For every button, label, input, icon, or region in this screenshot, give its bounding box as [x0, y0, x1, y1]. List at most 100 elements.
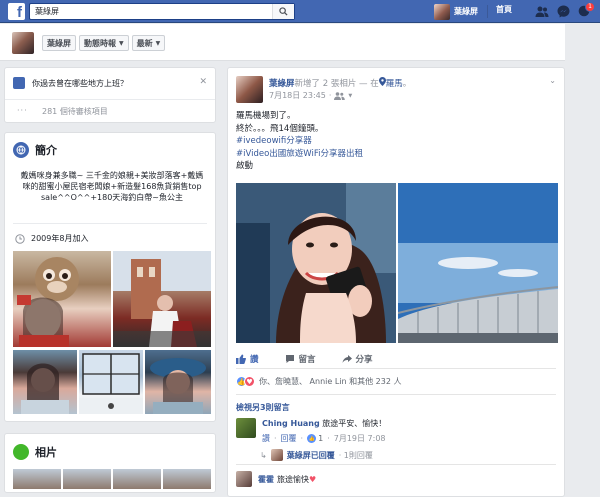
intro-title: 簡介 [35, 144, 57, 157]
post-photo[interactable] [398, 183, 558, 343]
timeline-button[interactable]: 動態時報 ▼ [79, 35, 129, 51]
post-time-text: 7月18日 23:45 [269, 91, 326, 100]
top-icons: 1 [534, 2, 595, 19]
divider [236, 368, 556, 369]
latest-button[interactable]: 最新 ▼ [131, 35, 166, 51]
chevron-down-icon: ▼ [119, 39, 124, 47]
joined-date: 2009年8月加入 [15, 233, 88, 244]
profile-name-button[interactable]: 葉綠屏 [42, 35, 76, 51]
search-box[interactable] [29, 3, 295, 20]
post-location[interactable]: 羅馬 [386, 79, 403, 89]
more-icon: ··· [17, 106, 28, 115]
chevron-down-icon: ▼ [155, 39, 161, 47]
workplace-prompt-card: 你過去曾在哪些地方上班？ ✕ ··· 281 個待審核項目 [4, 67, 216, 123]
messages-icon[interactable] [555, 3, 571, 19]
comment-icon [285, 355, 294, 363]
featured-photo[interactable] [13, 350, 77, 414]
clock-icon [15, 233, 25, 244]
timeline-post: 葉綠屏新增了 2 張相片 — 在羅馬。 7月18日 23:45 · ▼ ⌄ 羅馬… [227, 67, 565, 497]
view-more-comments-link[interactable]: 檢視另3則留言 [236, 402, 290, 413]
profile-header-bar: 葉綠屏 動態時報 ▼ 最新 ▼ [0, 24, 565, 61]
commenter-name[interactable]: 霍霍 [258, 474, 274, 485]
replier-avatar [270, 449, 283, 461]
photo-thumbnail[interactable] [63, 469, 111, 489]
post-author-avatar[interactable] [236, 76, 263, 103]
search-icon [279, 7, 288, 16]
photo-thumbnail[interactable] [163, 469, 211, 489]
photo-thumbnails [13, 469, 211, 489]
photo-thumbnail[interactable] [113, 469, 161, 489]
workplace-question-text: 你過去曾在哪些地方上班？ [32, 78, 128, 88]
intro-heading: 簡介 [13, 142, 57, 158]
intro-card: 簡介 戴媽咪身兼多職~ 三千金的娘親+美妝部落客+戴媽咪的甜蜜小屋民宿老闆娘+新… [4, 132, 216, 422]
featured-photo[interactable] [145, 350, 211, 414]
bio-text: 戴媽咪身兼多職~ 三千金的娘親+美妝部落客+戴媽咪的甜蜜小屋民宿老闆娘+新造髮1… [20, 171, 204, 202]
right-margin [565, 24, 600, 486]
photos-heading: 相片 [13, 444, 57, 460]
friend-requests-icon[interactable] [534, 3, 550, 19]
post-timestamp[interactable]: 7月18日 23:45 · ▼ [269, 90, 352, 101]
hashtag-link[interactable]: #ivedeowifi分享器 [236, 135, 363, 148]
commenter-avatar[interactable] [236, 471, 252, 487]
globe-icon [13, 142, 29, 158]
thumbs-up-icon [236, 354, 246, 364]
divider [13, 223, 207, 224]
reply-arrow-icon: ↳ [260, 450, 267, 460]
post-options-icon[interactable]: ⌄ [549, 76, 556, 85]
comment-like-link[interactable]: 讚 [262, 433, 270, 444]
joined-text: 2009年8月加入 [31, 234, 89, 243]
reactions-summary[interactable]: 👍 ♥ 你、詹曉慧、 Annie Lin 和其他 232 人 [236, 376, 402, 387]
separator-dot: · [300, 434, 304, 443]
divider [5, 99, 215, 100]
featured-photo[interactable] [13, 251, 111, 347]
post-text-line: 終於。。。飛14個鐘頭。 [236, 123, 324, 134]
post-author-name[interactable]: 葉綠屏 [269, 79, 295, 89]
close-icon[interactable]: ✕ [199, 77, 207, 87]
notifications-icon[interactable]: 1 [576, 2, 595, 19]
commenter-name[interactable]: Ching Huang [262, 419, 320, 428]
notification-badge: 1 [585, 2, 595, 12]
share-icon [342, 355, 352, 363]
home-link[interactable]: 首頁 [496, 4, 512, 15]
comment-reply-link[interactable]: 回覆 [281, 433, 297, 444]
featured-photo[interactable] [113, 251, 211, 347]
comment-like-count[interactable]: 👍 1 [307, 434, 323, 443]
featured-photo[interactable] [79, 350, 143, 414]
comment-text: 旅途愉快 [277, 474, 309, 484]
pending-items-link[interactable]: 281 個待審核項目 [42, 106, 108, 117]
briefcase-icon [13, 77, 25, 89]
workplace-question[interactable]: 你過去曾在哪些地方上班？ [13, 77, 128, 89]
chevron-down-icon: ▼ [348, 92, 353, 99]
hashtag-link[interactable]: #iVideo出國旅遊WiFi分享器出租 [236, 148, 363, 161]
top-user-name: 葉綠屏 [454, 7, 478, 16]
top-profile-link[interactable]: 葉綠屏 [434, 3, 478, 20]
commenter-avatar[interactable] [236, 418, 256, 438]
comment-button[interactable]: 留言 [285, 353, 316, 365]
share-label: 分享 [355, 355, 373, 365]
post-photo[interactable] [236, 183, 396, 343]
heart-icon: ♥ [309, 474, 317, 484]
divider [236, 394, 556, 395]
replier-label: 葉綠屏已回覆 [286, 450, 335, 460]
photos-title: 相片 [35, 446, 57, 459]
post-header: 葉綠屏新增了 2 張相片 — 在羅馬。 [269, 77, 412, 89]
like-button[interactable]: 讚 [236, 353, 259, 365]
post-text-line: 啟動 [236, 161, 254, 171]
post-location-prefix: — 在 [356, 79, 379, 89]
love-reaction-icon: ♥ [244, 376, 255, 387]
separator-dot: · [328, 91, 332, 100]
photo-thumbnail[interactable] [13, 469, 61, 489]
comment-time[interactable]: 7月19日 7:08 [334, 433, 386, 444]
share-button[interactable]: 分享 [342, 353, 373, 365]
facebook-logo[interactable]: f [8, 3, 25, 20]
reaction-icons: 👍 ♥ [236, 376, 255, 387]
search-button[interactable] [272, 4, 294, 19]
profile-avatar[interactable] [12, 32, 34, 54]
post-text: 羅馬機場到了。 終於。。。飛14個鐘頭。 #ivedeowifi分享器 #iVi… [236, 110, 363, 173]
replies-link[interactable]: ↳ 葉綠屏已回覆 · 1則回覆 [260, 449, 373, 461]
photos-icon [13, 444, 29, 460]
divider [236, 464, 556, 465]
separator-dot: · [327, 434, 330, 443]
post-action: 新增了 2 張相片 [294, 79, 357, 89]
search-input[interactable] [30, 4, 270, 19]
